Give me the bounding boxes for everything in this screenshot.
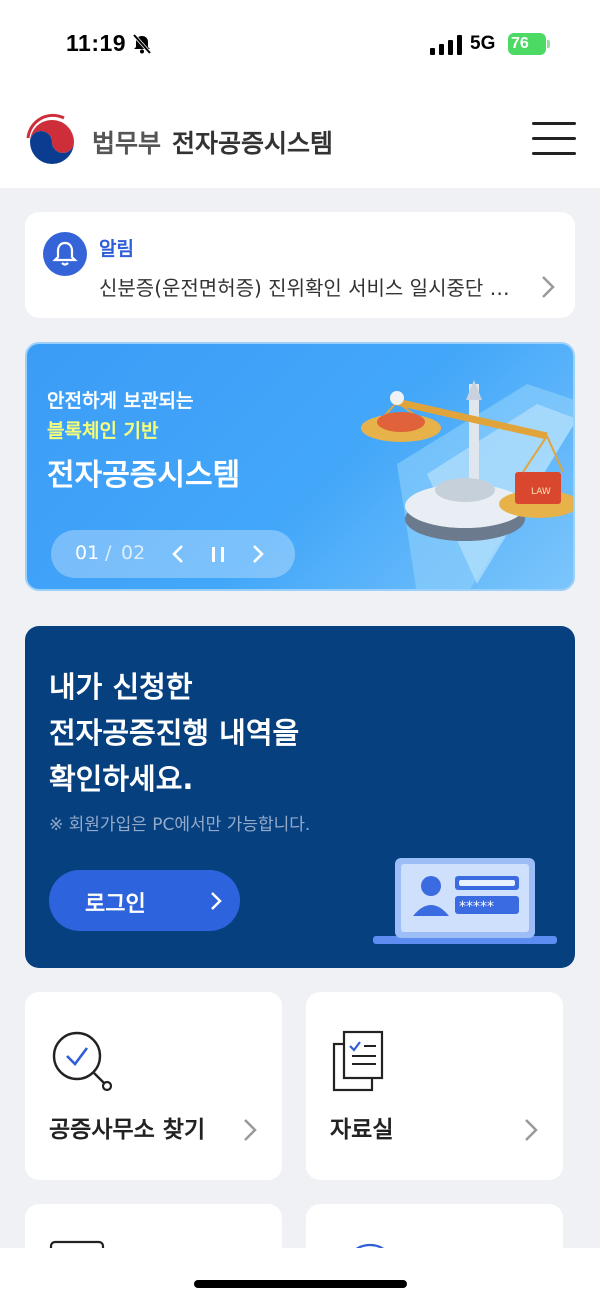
taegeuk-logo[interactable] [24,112,80,168]
notice-card[interactable]: 알림 신분증(운전면허증) 진위확인 서비스 일시중단 안내 [25,212,575,318]
book-label: LAW [531,487,551,497]
search-check-icon [52,1031,113,1092]
banner-line2: 블록체인 기반 [47,420,159,442]
pager-total: 02 [121,542,146,564]
menu-icon-bar [532,137,576,140]
banner-pager: 01 / 02 [51,530,295,578]
home-indicator[interactable] [194,1280,407,1288]
pager-separator: / [105,542,112,564]
network-type: 5G [470,33,496,54]
tile-label: 공증사무소 찾기 [49,1117,206,1143]
chevron-right-icon [211,892,222,910]
pause-icon[interactable] [207,543,229,565]
bell-icon [43,232,87,276]
home-indicator-area [0,1248,600,1301]
signal-icon [430,35,462,55]
svg-text:*****: ***** [459,899,494,915]
login-button-label: 로그인 [85,892,146,917]
banner-title: 전자공증시스템 [47,458,241,493]
login-illustration: ***** [373,858,557,944]
chevron-right-icon [244,1119,257,1141]
chevron-right-icon [542,276,555,298]
battery-icon: 76 [508,33,550,55]
login-heading-line: 전자공증진행 내역을 [49,716,300,750]
menu-icon-bar [532,122,576,125]
documents-icon [332,1030,384,1092]
banner-line1: 안전하게 보관되는 [47,390,194,412]
tile-archive[interactable]: 자료실 [306,992,563,1180]
battery-level: 76 [511,35,529,52]
login-button[interactable]: 로그인 [49,870,240,931]
signup-note: ※ 회원가입은 PC에서만 가능합니다. [49,815,311,835]
pager-current: 01 [75,542,100,564]
app-header: 법무부 전자공증시스템 [0,90,600,188]
menu-icon-bar [532,152,576,155]
next-icon[interactable] [247,543,269,565]
login-heading: 내가 신청한 전자공증진행 내역을 확인하세요. [49,664,299,802]
scale-illustration: LAW [361,380,573,589]
prev-icon[interactable] [167,543,189,565]
login-card: 내가 신청한 전자공증진행 내역을 확인하세요. ※ 회원가입은 PC에서만 가… [25,626,575,968]
bell-off-icon [132,33,152,55]
promo-banner[interactable]: LAW 안전하게 보관되는 블록체인 기반 전자공증시스템 01 / 02 [25,342,575,591]
status-time: 11:19 [66,30,127,56]
notice-label: 알림 [99,238,134,260]
status-bar: 11:19 5G 76 [0,0,600,90]
tile-find-notary[interactable]: 공증사무소 찾기 [25,992,282,1180]
login-heading-line: 내가 신청한 [49,670,193,704]
header-title: 전자공증시스템 [172,129,334,158]
header-org: 법무부 [92,129,162,158]
chevron-right-icon [525,1119,538,1141]
tile-label: 자료실 [330,1117,394,1143]
notice-text: 신분증(운전면허증) 진위확인 서비스 일시중단 안내 [99,276,519,300]
menu-button[interactable] [532,122,576,156]
login-heading-line: 확인하세요. [49,762,194,796]
